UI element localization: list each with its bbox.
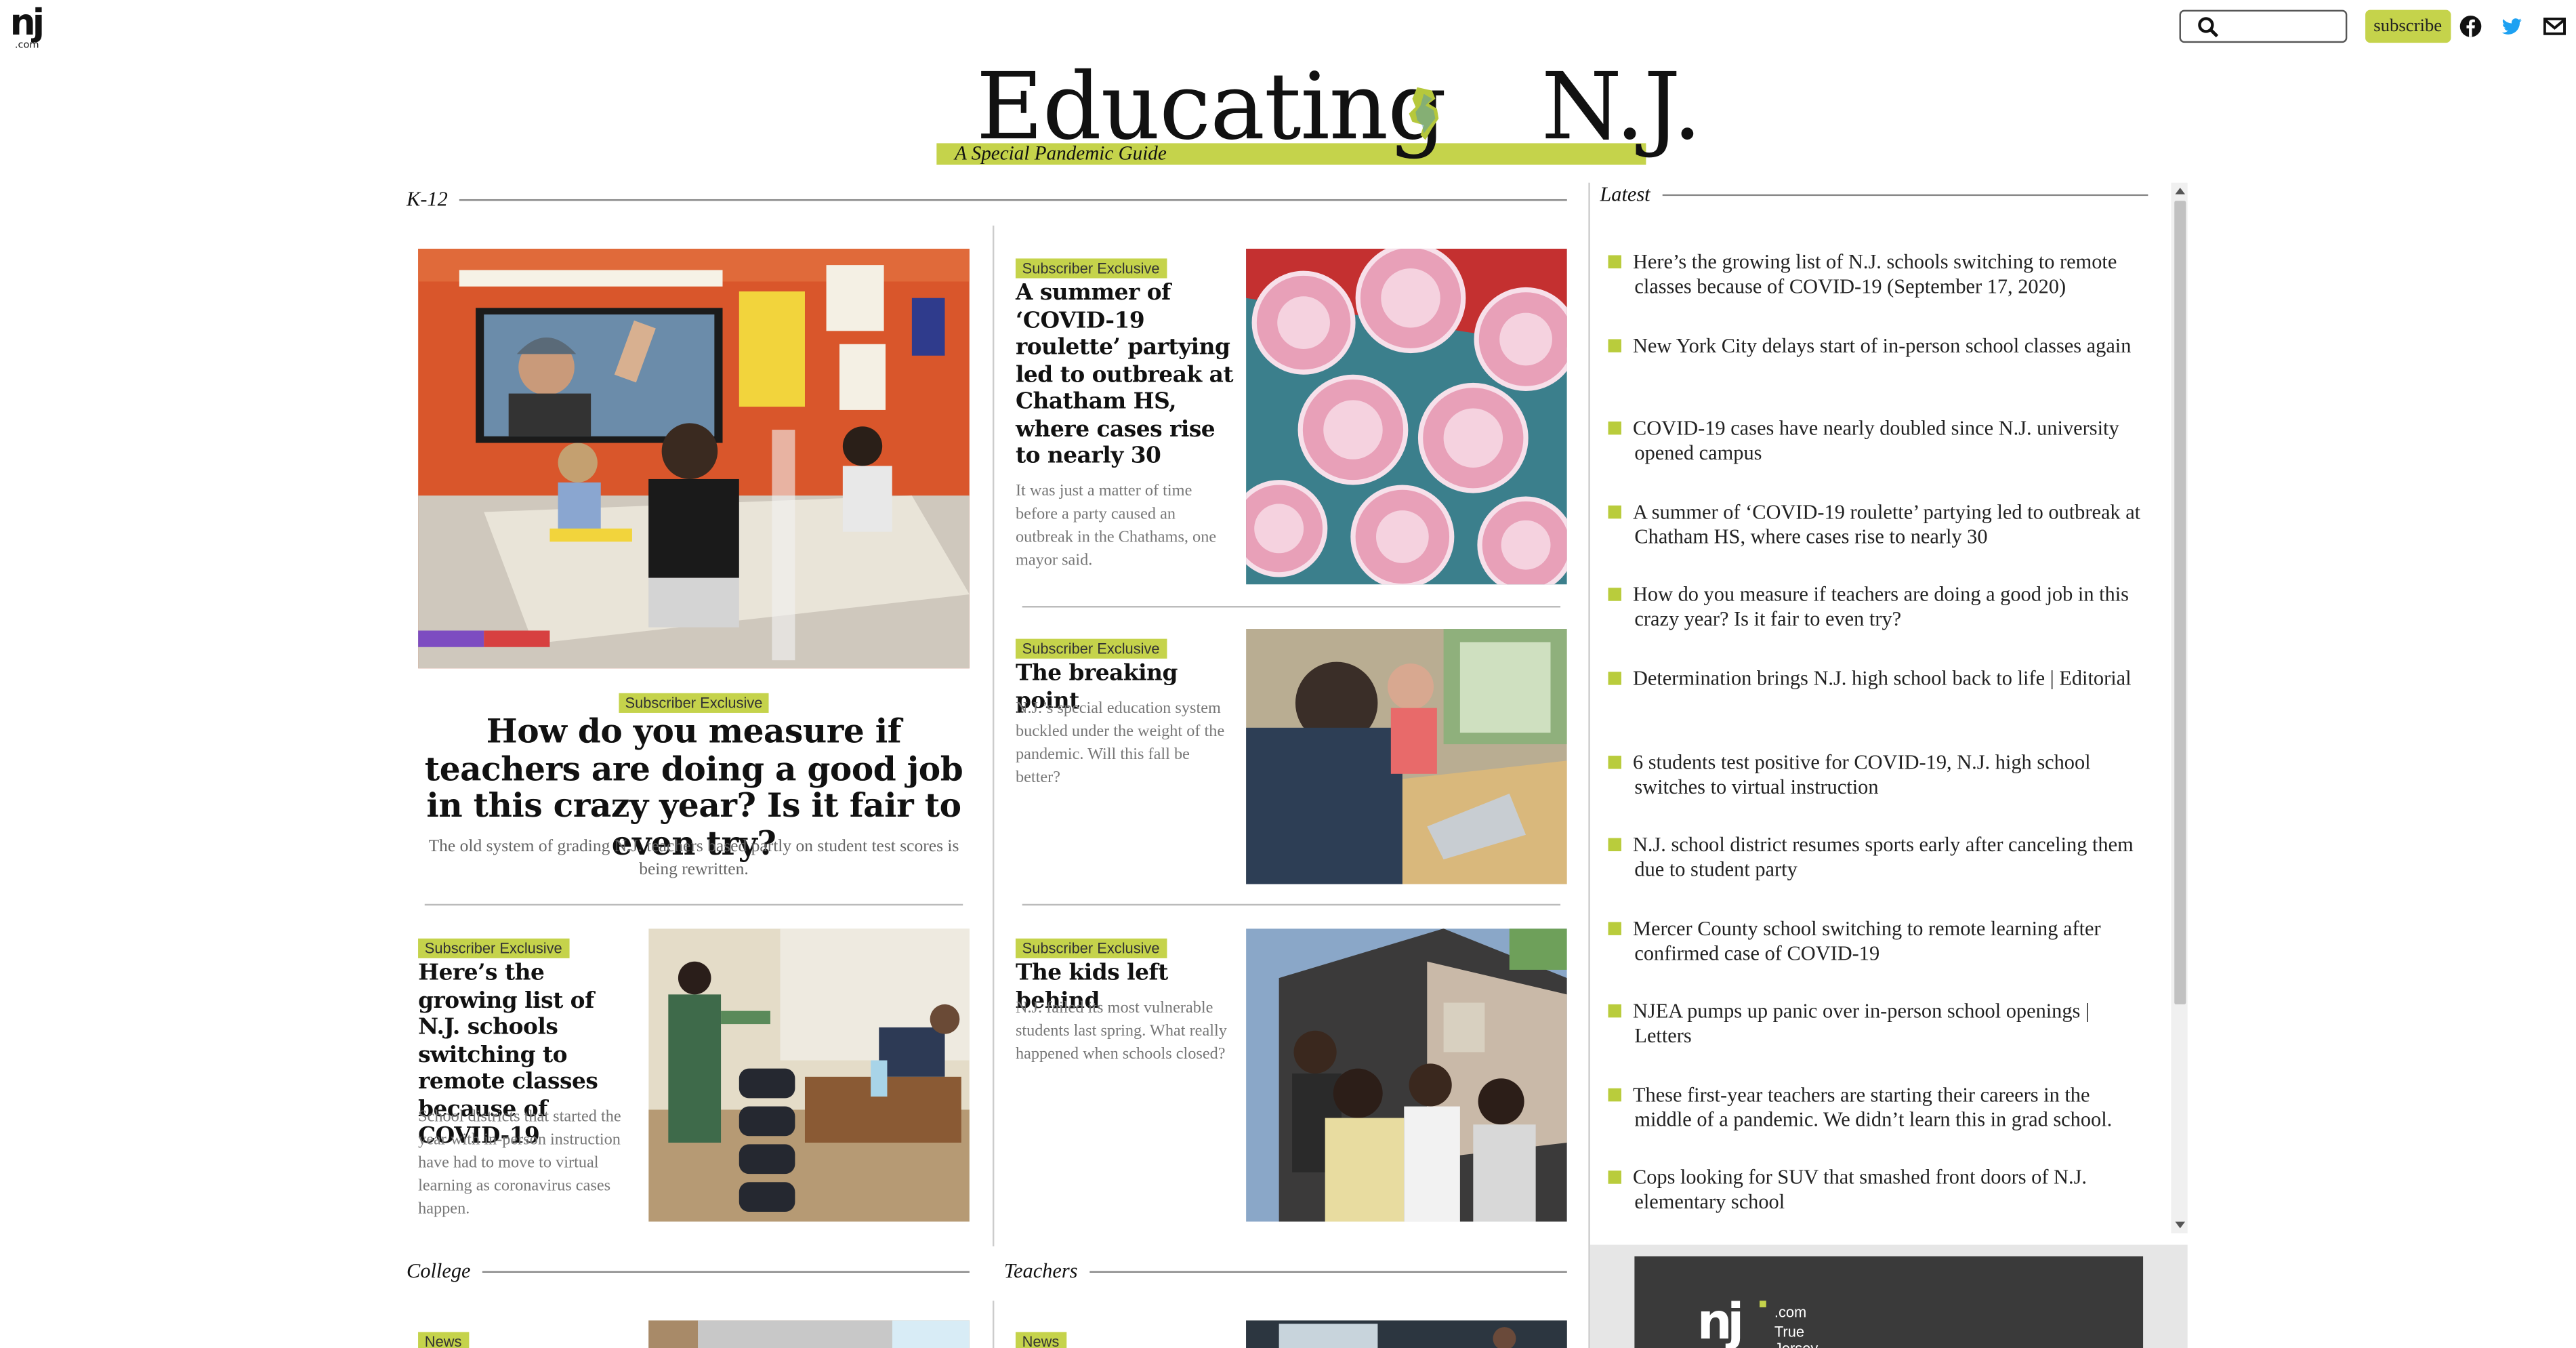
ad-logo: nj	[1697, 1294, 1744, 1348]
subscriber-badge: Subscriber Exclusive	[618, 693, 770, 713]
bullet-square-icon	[1608, 505, 1621, 519]
column-divider	[992, 1301, 995, 1348]
story-dek: It was just a matter of time before a pa…	[1015, 482, 1217, 570]
ad-banner[interactable]: nj .com True Jersey	[1634, 1256, 2144, 1348]
news-badge: News	[1015, 1332, 1066, 1348]
latest-item-label: 6 students test positive for COVID-19, N…	[1632, 750, 2091, 799]
news-badge: News	[418, 1332, 469, 1348]
scroll-up-arrow-icon[interactable]	[2174, 186, 2186, 197]
bullet-square-icon	[1608, 922, 1621, 935]
latest-item-label: COVID-19 cases have nearly doubled since…	[1632, 416, 2119, 465]
story-image[interactable]	[1246, 928, 1567, 1222]
story-divider	[1022, 606, 1561, 608]
latest-item-label: Mercer County school switching to remote…	[1632, 917, 2101, 965]
section-rule-latest	[1600, 194, 2148, 197]
story-headline[interactable]: A summer of ‘COVID-19 roulette’ partying…	[1016, 280, 1237, 470]
section-rule-college	[407, 1271, 970, 1273]
bullet-square-icon	[1608, 421, 1621, 435]
story-image[interactable]	[648, 1320, 970, 1348]
story-divider	[1022, 903, 1561, 906]
latest-scrollbar-thumb[interactable]	[2174, 201, 2186, 1004]
masthead-subtitle: A Special Pandemic Guide	[955, 141, 1167, 165]
latest-item[interactable]: NJEA pumps up panic over in-person schoo…	[1608, 1000, 2152, 1049]
bullet-square-icon	[1608, 756, 1621, 769]
search-icon	[2198, 17, 2219, 38]
section-label-k12[interactable]: K-12	[407, 187, 459, 211]
lead-story-dek: The old system of grading N.J. teachers …	[428, 838, 959, 880]
latest-item-label: Here’s the growing list of N.J. schools …	[1632, 250, 2117, 298]
bullet-square-icon	[1608, 1004, 1621, 1018]
latest-item-label: Determination brings N.J. high school ba…	[1632, 666, 2132, 690]
site-logo[interactable]: nj	[10, 6, 45, 43]
latest-item-label: New York City delays start of in-person …	[1632, 334, 2132, 358]
ad-tagline: True	[1774, 1324, 1805, 1341]
section-label-college[interactable]: College	[407, 1259, 482, 1283]
story-dek: N.J.’s special education system buckled …	[1015, 699, 1225, 788]
facebook-icon[interactable]	[2459, 15, 2482, 38]
latest-item-label: NJEA pumps up panic over in-person schoo…	[1632, 999, 2090, 1048]
bullet-square-icon	[1608, 838, 1621, 851]
story-image[interactable]	[1246, 1320, 1567, 1348]
twitter-icon[interactable]	[2500, 15, 2523, 38]
subscriber-badge: Subscriber Exclusive	[1015, 258, 1167, 279]
latest-item[interactable]: Mercer County school switching to remote…	[1608, 917, 2152, 966]
ad-tagline: Jersey	[1774, 1341, 1818, 1348]
latest-item-label: These first-year teachers are starting t…	[1632, 1083, 2113, 1131]
lead-story-image[interactable]	[418, 248, 970, 669]
latest-item[interactable]: Cops looking for SUV that smashed front …	[1608, 1166, 2152, 1215]
bullet-square-icon	[1608, 255, 1621, 268]
scroll-down-arrow-icon[interactable]	[2174, 1220, 2186, 1230]
mail-icon[interactable]	[2543, 15, 2566, 38]
latest-item-label: Cops looking for SUV that smashed front …	[1632, 1166, 2087, 1214]
column-divider	[992, 225, 995, 1247]
subscriber-badge: Subscriber Exclusive	[418, 938, 569, 958]
section-label-latest: Latest	[1600, 182, 1662, 206]
latest-item-label: N.J. school district resumes sports earl…	[1632, 833, 2134, 881]
story-image[interactable]	[1246, 629, 1567, 884]
new-jersey-shape-icon	[1409, 87, 1439, 140]
ad-logo-dot	[1760, 1301, 1766, 1307]
subscriber-badge: Subscriber Exclusive	[1015, 638, 1167, 659]
column-divider	[1588, 182, 1590, 1348]
latest-item[interactable]: These first-year teachers are starting t…	[1608, 1084, 2152, 1133]
latest-item[interactable]: COVID-19 cases have nearly doubled since…	[1608, 417, 2152, 466]
story-dek: School districts that started the year w…	[418, 1107, 621, 1219]
latest-item-label: How do you measure if teachers are doing…	[1632, 583, 2129, 631]
bullet-square-icon	[1608, 1170, 1621, 1184]
subscriber-badge: Subscriber Exclusive	[1015, 938, 1167, 958]
bullet-square-icon	[1608, 339, 1621, 352]
ad-logo-sub: .com	[1774, 1304, 1807, 1321]
latest-item[interactable]: Here’s the growing list of N.J. schools …	[1608, 250, 2152, 300]
latest-item[interactable]: How do you measure if teachers are doing…	[1608, 583, 2152, 632]
bullet-square-icon	[1608, 672, 1621, 685]
bullet-square-icon	[1608, 588, 1621, 601]
latest-item[interactable]: Determination brings N.J. high school ba…	[1608, 667, 2152, 691]
story-dek: N.J. failed its most vulnerable students…	[1015, 999, 1227, 1064]
latest-item[interactable]: N.J. school district resumes sports earl…	[1608, 833, 2152, 882]
section-rule-k12	[407, 199, 1567, 201]
story-image[interactable]	[648, 928, 970, 1222]
latest-item[interactable]: New York City delays start of in-person …	[1608, 334, 2152, 359]
section-label-teachers[interactable]: Teachers	[1003, 1259, 1089, 1283]
latest-item[interactable]: A summer of ‘COVID-19 roulette’ partying…	[1608, 501, 2152, 550]
story-image[interactable]	[1246, 248, 1567, 585]
story-divider	[424, 903, 963, 906]
latest-item-label: A summer of ‘COVID-19 roulette’ partying…	[1632, 500, 2141, 548]
latest-item[interactable]: 6 students test positive for COVID-19, N…	[1608, 751, 2152, 800]
site-logo-sub: .com	[14, 39, 39, 52]
bullet-square-icon	[1608, 1088, 1621, 1102]
subscribe-button[interactable]: subscribe	[2365, 9, 2451, 43]
search-input[interactable]	[2179, 9, 2348, 43]
